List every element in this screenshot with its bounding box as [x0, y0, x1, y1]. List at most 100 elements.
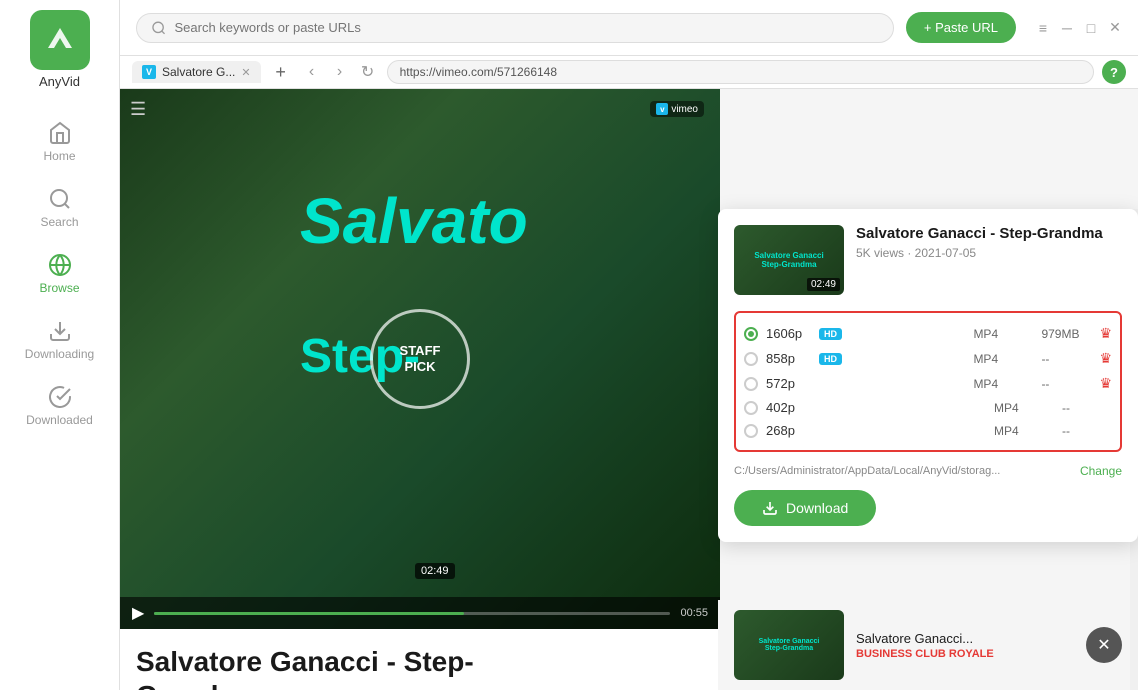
change-path-button[interactable]: Change — [1080, 464, 1122, 478]
back-button[interactable]: ‹ — [301, 61, 323, 83]
video-area: v vimeo STAFFPICK Salvato Step- ☰ 02:49 … — [120, 89, 720, 629]
video-timestamp: 02:49 — [415, 563, 455, 579]
quality-label-402p: 402p — [766, 400, 811, 415]
quality-row-402p[interactable]: 402p MP4 -- — [744, 396, 1112, 419]
panel-meta: 5K views · 2021-07-05 — [856, 246, 1122, 260]
browser-tab[interactable]: V Salvatore G... ✕ — [132, 61, 261, 83]
refresh-button[interactable]: ↻ — [357, 61, 379, 83]
sidebar-item-browse[interactable]: Browse — [0, 241, 119, 307]
quality-label-572p: 572p — [766, 376, 811, 391]
video-controls-bar: ▶ 00:55 — [120, 597, 720, 629]
forward-button[interactable]: › — [329, 61, 351, 83]
download-icon — [762, 500, 778, 516]
close-suggestion-button[interactable]: ✕ — [1086, 627, 1122, 663]
browse-icon — [48, 253, 72, 277]
crown-icon-1606p[interactable]: ♛ — [1099, 325, 1112, 342]
downloading-icon — [48, 319, 72, 343]
crown-icon-572p[interactable]: ♛ — [1099, 375, 1112, 392]
bottom-suggestion-area: Salvatore GanacciStep-Grandma Salvatore … — [718, 600, 1138, 690]
window-controls: ≡ ─ □ ✕ — [1036, 21, 1122, 35]
size-label-268p: -- — [1062, 424, 1112, 438]
menu-icon[interactable]: ≡ — [1036, 21, 1050, 35]
video-overlay-text1: Salvato — [300, 189, 528, 253]
format-label-268p: MP4 — [994, 424, 1054, 438]
quality-row-572p[interactable]: 572p MP4 -- ♛ — [744, 371, 1112, 396]
hd-badge-858p: HD — [819, 353, 842, 365]
hd-badge-1606p: HD — [819, 328, 842, 340]
size-label-402p: -- — [1062, 401, 1112, 415]
radio-858p[interactable] — [744, 352, 758, 366]
size-label-1606p: 979MB — [1041, 327, 1091, 341]
format-label-572p: MP4 — [973, 377, 1033, 391]
radio-572p[interactable] — [744, 377, 758, 391]
main-area: + Paste URL ≡ ─ □ ✕ V Salvatore G... ✕ +… — [120, 0, 1138, 690]
bottom-thumb: Salvatore GanacciStep-Grandma — [734, 610, 844, 680]
video-page-title-line2: Grandma — [136, 680, 259, 690]
radio-1606p[interactable] — [744, 327, 758, 341]
maximize-icon[interactable]: □ — [1084, 21, 1098, 35]
save-path-row: C:/Users/Administrator/AppData/Local/Any… — [734, 464, 1122, 478]
panel-info: Salvatore Ganacci - Step-Grandma 5K view… — [856, 225, 1122, 295]
quality-options: 1606p HD MP4 979MB ♛ 858p HD MP4 -- ♛ — [734, 311, 1122, 452]
home-icon — [48, 121, 72, 145]
panel-header: Salvatore GanacciStep-Grandma 02:49 Salv… — [734, 225, 1122, 295]
quality-label-268p: 268p — [766, 423, 811, 438]
size-label-572p: -- — [1041, 377, 1091, 391]
sidebar-item-label-browse: Browse — [39, 281, 79, 295]
sidebar-item-downloading[interactable]: Downloading — [0, 307, 119, 373]
search-bar[interactable] — [136, 13, 894, 43]
nav-controls: ‹ › ↻ — [301, 61, 379, 83]
play-button[interactable]: ▶ — [132, 603, 144, 623]
app-name: AnyVid — [39, 74, 80, 89]
sidebar-item-search[interactable]: Search — [0, 175, 119, 241]
download-panel: Salvatore GanacciStep-Grandma 02:49 Salv… — [718, 209, 1138, 542]
header: + Paste URL ≡ ─ □ ✕ — [120, 0, 1138, 56]
quality-row-858p[interactable]: 858p HD MP4 -- ♛ — [744, 346, 1112, 371]
sidebar: AnyVid Home Search Browse Downloading — [0, 0, 120, 690]
radio-268p[interactable] — [744, 424, 758, 438]
format-label-858p: MP4 — [973, 352, 1033, 366]
app-logo — [30, 10, 90, 70]
paste-url-button[interactable]: + Paste URL — [906, 12, 1016, 43]
radio-402p[interactable] — [744, 401, 758, 415]
sidebar-item-home[interactable]: Home — [0, 109, 119, 175]
panel-thumb-text: Salvatore GanacciStep-Grandma — [754, 251, 823, 269]
vimeo-favicon: v — [656, 103, 668, 115]
quality-row-1606p[interactable]: 1606p HD MP4 979MB ♛ — [744, 321, 1112, 346]
new-tab-button[interactable]: + — [269, 60, 293, 84]
panel-thumb-duration: 02:49 — [807, 278, 840, 291]
bottom-thumb-channel: BUSINESS CLUB ROYALE — [856, 648, 1074, 660]
sidebar-item-downloaded[interactable]: Downloaded — [0, 373, 119, 439]
quality-row-268p[interactable]: 268p MP4 -- — [744, 419, 1112, 442]
bottom-thumb-img: Salvatore GanacciStep-Grandma — [734, 610, 844, 680]
video-page-title: Salvatore Ganacci - Step- Grandma — [136, 645, 704, 690]
search-icon — [48, 187, 72, 211]
help-button[interactable]: ? — [1102, 60, 1126, 84]
sidebar-item-label-downloaded: Downloaded — [26, 413, 93, 427]
tab-close-button[interactable]: ✕ — [241, 66, 250, 79]
save-path-text: C:/Users/Administrator/AppData/Local/Any… — [734, 465, 1072, 477]
staff-pick-text: STAFFPICK — [400, 343, 441, 374]
close-icon[interactable]: ✕ — [1108, 21, 1122, 35]
hamburger-menu[interactable]: ☰ — [130, 99, 146, 120]
format-label-402p: MP4 — [994, 401, 1054, 415]
sidebar-item-label-search: Search — [40, 215, 78, 229]
minimize-icon[interactable]: ─ — [1060, 21, 1074, 35]
search-input[interactable] — [174, 20, 878, 35]
download-button-label: Download — [786, 500, 848, 516]
staff-pick-circle: STAFFPICK — [370, 309, 470, 409]
vimeo-logo: v vimeo — [650, 101, 704, 117]
video-background: v vimeo STAFFPICK Salvato Step- — [120, 89, 720, 629]
sidebar-item-label-downloading: Downloading — [25, 347, 94, 361]
bottom-thumb-title: Salvatore Ganacci... — [856, 631, 1074, 646]
progress-bar[interactable] — [154, 612, 670, 615]
crown-icon-858p[interactable]: ♛ — [1099, 350, 1112, 367]
download-button[interactable]: Download — [734, 490, 876, 526]
tab-label: Salvatore G... — [162, 65, 235, 79]
panel-thumbnail: Salvatore GanacciStep-Grandma 02:49 — [734, 225, 844, 295]
quality-label-1606p: 1606p — [766, 326, 811, 341]
url-bar[interactable]: https://vimeo.com/571266148 — [387, 60, 1094, 84]
progress-fill — [154, 612, 464, 615]
video-page-title-line1: Salvatore Ganacci - Step- — [136, 646, 474, 677]
size-label-858p: -- — [1041, 352, 1091, 366]
